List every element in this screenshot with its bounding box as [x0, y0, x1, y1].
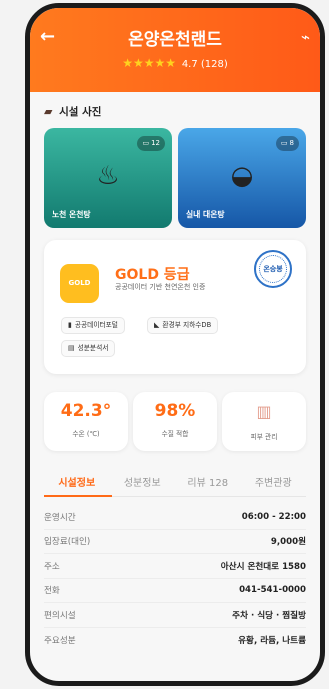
quality-stat: 98% 수질 적합	[133, 392, 217, 451]
tab-facility-info[interactable]: 시설정보	[44, 471, 110, 496]
photo-gallery: ▭ 12 ♨ 노천 온천탕 ▭ 8 ◒ 실내 대온탕	[44, 128, 306, 228]
stats-row: 42.3° 수온 (℃) 98% 수질 적합 ▥ 피부 관리	[44, 392, 306, 451]
photo-count: 8	[289, 139, 294, 147]
info-value: 주차 · 식당 · 찜질방	[232, 610, 306, 621]
hot-spring-icon: ♨	[96, 161, 120, 191]
section-title-text: 시설 사진	[59, 106, 102, 118]
info-row: 운영시간 06:00 - 22:00	[44, 505, 306, 530]
info-value: 유황, 라듐, 나트륨	[238, 635, 306, 646]
info-value: 06:00 - 22:00	[241, 511, 306, 522]
info-row: 주소 아산시 온천대로 1580	[44, 554, 306, 579]
info-value: 아산시 온천대로 1580	[220, 561, 306, 572]
grade-title: GOLD 등급	[115, 267, 190, 283]
info-row: 전화 041-541-0000	[44, 579, 306, 603]
gold-badge: GOLD	[60, 264, 99, 303]
info-key: 주소	[44, 561, 60, 572]
grade-description: 공공데이터 기반 천연온천 인증	[115, 283, 206, 291]
chip-label: 환경부 지하수DB	[162, 321, 212, 329]
skin-care-stat: ▥ 피부 관리	[222, 392, 306, 451]
temperature-label: 수온 (℃)	[72, 430, 100, 438]
lotion-icon: ▥	[256, 402, 272, 421]
photo-card-outdoor[interactable]: ▭ 12 ♨ 노천 온천탕	[44, 128, 172, 228]
info-key: 입장료(대인)	[44, 537, 91, 548]
certification-card: GOLD GOLD 등급 공공데이터 기반 천연온천 인증 온승봉 ▮ 공공데이터…	[44, 240, 306, 374]
bath-icon: ◒	[230, 161, 254, 191]
main-content: ▰ 시설 사진 ▭ 12 ♨ 노천 온천탕 ▭ 8 ◒ 실내 대온탕 GOLD GO…	[30, 92, 320, 681]
environment-icon: ◣	[154, 321, 160, 329]
star-rating-icon: ★★★★★	[122, 56, 176, 70]
tab-reviews[interactable]: 리뷰 128	[175, 471, 241, 496]
rating-text: 4.7 (128)	[181, 59, 228, 70]
info-value: 9,000원	[270, 537, 306, 548]
photo-count-badge: ▭ 8	[275, 136, 299, 151]
info-value[interactable]: 041-541-0000	[239, 585, 306, 595]
photo-label: 노천 온천탕	[52, 210, 91, 219]
skin-care-label: 피부 관리	[250, 433, 278, 441]
temperature-stat: 42.3° 수온 (℃)	[44, 392, 128, 451]
page-title: 온양온천랜드	[128, 30, 222, 50]
photos-section-title: ▰ 시설 사진	[44, 105, 306, 119]
chip-label: 공공데이터포털	[74, 321, 118, 329]
active-tab-indicator	[44, 495, 112, 497]
rating-summary: ★★★★★ 4.7 (128)	[30, 56, 320, 70]
chip-label: 성분분석서	[77, 344, 109, 352]
camera-icon: ▭	[280, 139, 288, 147]
photo-count: 12	[151, 139, 160, 147]
photo-card-indoor[interactable]: ▭ 8 ◒ 실내 대온탕	[178, 128, 306, 228]
source-chip-analysis[interactable]: ▤ 성분분석서	[61, 340, 116, 357]
camera-icon: ▭	[142, 139, 150, 147]
source-chip-public-data[interactable]: ▮ 공공데이터포털	[61, 317, 125, 334]
source-chip-groundwater[interactable]: ◣ 환경부 지하수DB	[147, 317, 219, 334]
info-row: 입장료(대인) 9,000원	[44, 530, 306, 554]
tab-nearby[interactable]: 주변관광	[241, 471, 307, 496]
photo-count-badge: ▭ 12	[137, 136, 165, 151]
info-row: 편의시설 주차 · 식당 · 찜질방	[44, 603, 306, 628]
info-row: 주요성분 유황, 라듐, 나트륨	[44, 628, 306, 653]
facility-info-list: 운영시간 06:00 - 22:00 입장료(대인) 9,000원 주소 아산시 온천…	[44, 505, 306, 652]
info-key: 편의시설	[44, 610, 76, 621]
header: ← 온양온천랜드 ⌁ ★★★★★ 4.7 (128)	[30, 8, 320, 92]
tab-ingredients[interactable]: 성분정보	[110, 471, 176, 496]
tab-bar: 시설정보 성분정보 리뷰 128 주변관광	[44, 471, 306, 497]
phone-frame: ← 온양온천랜드 ⌁ ★★★★★ 4.7 (128) ▰ 시설 사진 ▭ 12 ♨…	[25, 3, 325, 686]
info-key: 전화	[44, 586, 60, 597]
certification-seal: 온승봉	[254, 250, 292, 288]
info-key: 운영시간	[44, 512, 76, 523]
quality-label: 수질 적합	[161, 430, 189, 438]
quality-value: 98%	[154, 401, 196, 421]
share-icon: ⌁	[300, 28, 310, 46]
info-key: 주요성분	[44, 635, 76, 646]
picture-icon: ▰	[44, 105, 53, 118]
document-icon: ▤	[68, 344, 75, 352]
photo-label: 실내 대온탕	[186, 210, 225, 219]
share-button[interactable]: ⌁	[301, 28, 310, 46]
temperature-value: 42.3°	[60, 401, 112, 421]
chart-icon: ▮	[68, 321, 72, 329]
